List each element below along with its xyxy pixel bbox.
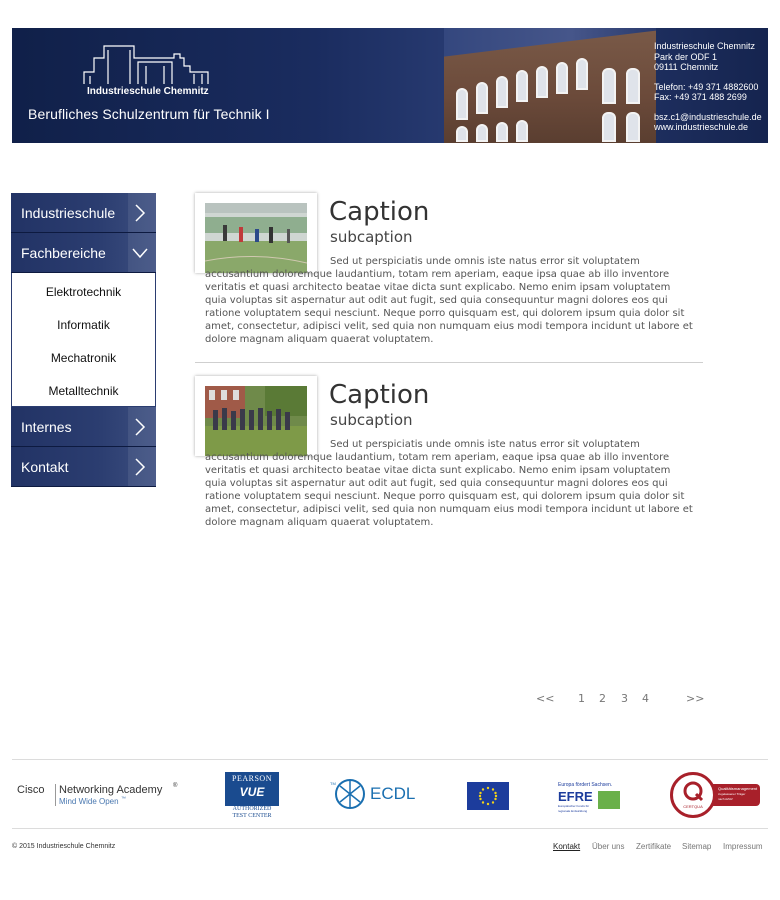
sidebar-item-label: Kontakt <box>21 459 69 475</box>
chevron-right-icon <box>135 204 146 222</box>
efre-top: Europa fördert Sachsen. <box>558 782 613 788</box>
school-building-logo <box>83 45 209 84</box>
logo-school-name: Industrieschule Chemnitz <box>87 86 209 97</box>
eu-flag-icon[interactable] <box>467 782 509 810</box>
cisco-program: Networking Academy <box>59 784 163 796</box>
efre-mark: EFRE <box>558 789 593 804</box>
cisco-trademark: ® <box>173 783 178 789</box>
footer-link-kontakt[interactable]: Kontakt <box>553 842 580 851</box>
ecdl-globe-icon <box>335 779 365 809</box>
submenu-item-mechatronik[interactable]: Mechatronik <box>12 339 155 372</box>
sidebar-nav: Industrieschule Fachbereiche Elektrotech… <box>11 193 156 488</box>
sidebar-item-label: Fachbereiche <box>21 245 106 261</box>
sidebar-submenu: Elektrotechnik Informatik Mechatronik Me… <box>11 273 156 407</box>
sidebar-item-kontakt[interactable]: Kontakt <box>11 447 156 487</box>
submenu-item-metalltechnik[interactable]: Metalltechnik <box>12 372 155 405</box>
pagination-page-2[interactable]: 2 <box>599 692 606 705</box>
sidebar-item-label: Industrieschule <box>21 205 116 221</box>
article-divider <box>195 362 703 363</box>
footer-link-sitemap[interactable]: Sitemap <box>682 842 711 851</box>
article-card: Caption subcaption Sed ut perspiciatis u… <box>195 376 703 536</box>
partner-logos: Cisco Networking Academy ® Mind Wide Ope… <box>12 759 768 829</box>
contact-city: 09111 Chemnitz <box>654 62 719 72</box>
pearson-top: PEARSON <box>232 774 272 783</box>
cisco-tagline: Mind Wide Open <box>59 797 119 806</box>
article-card: Caption subcaption Sed ut perspiciatis u… <box>195 193 703 353</box>
article-caption: Caption <box>329 197 430 227</box>
cisco-name: Cisco <box>17 784 45 796</box>
article-caption: Caption <box>329 380 430 410</box>
contact-street: Park der ODF 1 <box>654 51 718 62</box>
site-header: Industrieschule Chemnitz Berufliches Sch… <box>12 28 768 143</box>
ecdl-logo[interactable]: TM ECDL <box>330 778 422 812</box>
certqua-logo[interactable]: CERTQUA Qualitätsmanagement zugelassener… <box>670 772 760 820</box>
building-photo <box>444 28 656 143</box>
pagination-next[interactable]: >> <box>686 692 704 705</box>
contact-web[interactable]: www.industrieschule.de <box>654 122 762 133</box>
efre-logo[interactable]: Europa fördert Sachsen. EFRE Europäische… <box>558 782 628 816</box>
article-body: Sed ut perspiciatis unde omnis iste natu… <box>205 256 693 345</box>
certqua-seal-text: CERTQUA <box>683 804 703 809</box>
chevron-right-icon <box>135 458 146 476</box>
article-subcaption: subcaption <box>330 228 413 246</box>
article-subcaption: subcaption <box>330 411 413 429</box>
certqua-seal-icon <box>683 781 704 802</box>
contact-name: Industrieschule Chemnitz <box>654 41 756 51</box>
sidebar-item-industrieschule[interactable]: Industrieschule <box>11 193 156 233</box>
contact-email[interactable]: bsz.c1@industrieschule.de <box>654 112 762 123</box>
pearson-line2: TEST CENTER <box>232 813 272 819</box>
certqua-text3: nach AZAV <box>718 797 733 801</box>
cisco-logo[interactable]: Cisco Networking Academy ® Mind Wide Ope… <box>17 782 187 812</box>
pagination-page-4[interactable]: 4 <box>642 692 649 705</box>
footer-link-zertifikate[interactable]: Zertifikate <box>636 842 671 851</box>
contact-fax: Fax: +49 371 488 2699 <box>654 92 747 102</box>
pagination-prev[interactable]: << <box>536 692 554 705</box>
sidebar-item-fachbereiche[interactable]: Fachbereiche <box>11 233 156 273</box>
pagination-page-3[interactable]: 3 <box>621 692 628 705</box>
submenu-item-elektrotechnik[interactable]: Elektrotechnik <box>12 273 155 306</box>
pearson-vue-logo[interactable]: PEARSON VUE AUTHORIZED TEST CENTER <box>225 772 279 820</box>
efre-sub2: regionale Entwicklung <box>558 809 588 813</box>
cisco-tagline-trademark: ™ <box>121 796 126 802</box>
sidebar-item-label: Internes <box>21 419 72 435</box>
contact-block: Industrieschule Chemnitz Park der ODF 1 … <box>654 41 762 133</box>
chevron-right-icon <box>135 418 146 436</box>
ecdl-text: ECDL <box>370 784 416 803</box>
article-body: Sed ut perspiciatis unde omnis iste natu… <box>205 439 693 528</box>
footer-link-impressum[interactable]: Impressum <box>723 842 763 851</box>
certqua-text2: zugelassener Träger <box>718 792 746 796</box>
header-title: Berufliches Schulzentrum für Technik I <box>28 106 270 122</box>
pearson-mark: VUE <box>239 785 265 799</box>
footer-copyright: © 2015 Industrieschule Chemnitz <box>12 843 116 850</box>
pearson-line1: AUTHORIZED <box>232 806 272 812</box>
sidebar-item-internes[interactable]: Internes <box>11 407 156 447</box>
submenu-item-informatik[interactable]: Informatik <box>12 306 155 339</box>
footer-link-ueber-uns[interactable]: Über uns <box>592 842 624 851</box>
chevron-down-icon <box>132 248 148 259</box>
pagination-page-1[interactable]: 1 <box>578 692 585 705</box>
efre-sub1: Europäischer Fonds für <box>558 804 590 808</box>
contact-phone: Telefon: +49 371 4882600 <box>654 81 759 92</box>
certqua-text1: Qualitätsmanagement <box>718 786 758 791</box>
